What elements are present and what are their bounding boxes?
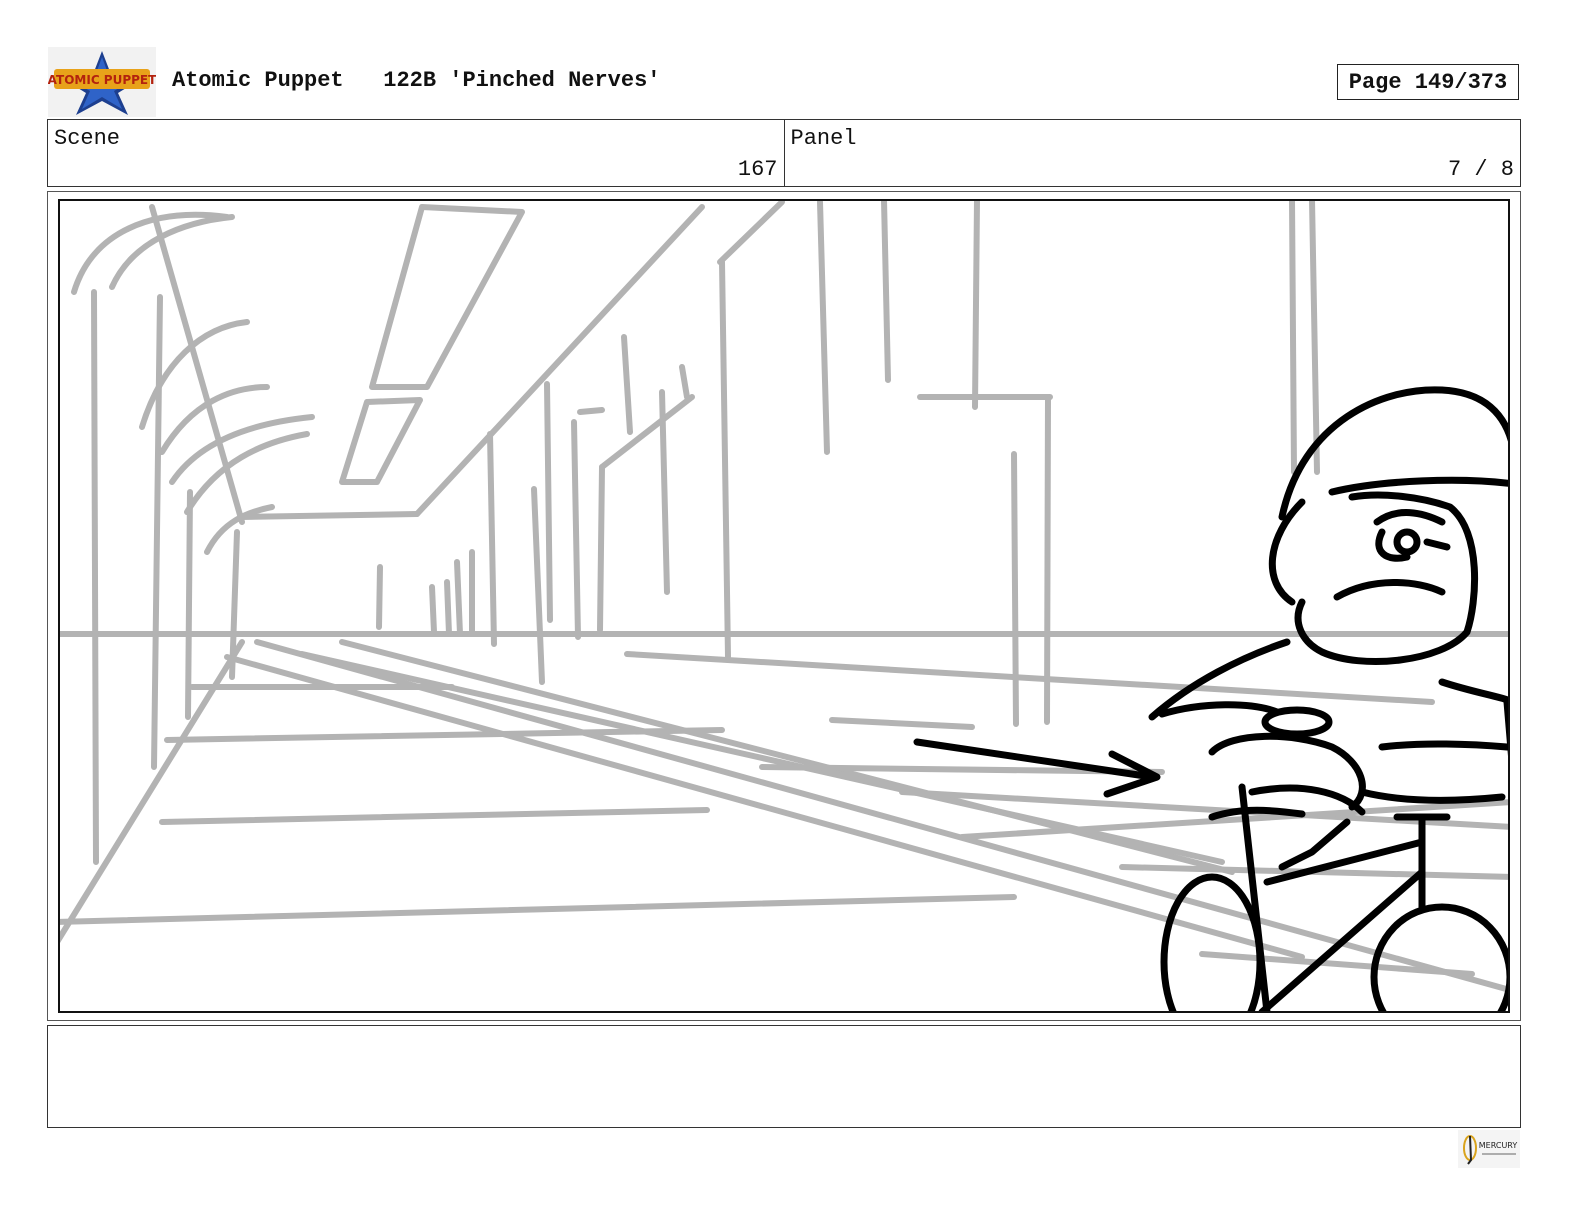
scene-value: 167	[737, 157, 778, 182]
scene-panel-info-row: Scene 167 Panel 7 / 8	[47, 119, 1521, 187]
panel-label: Panel	[790, 126, 857, 151]
scene-label: Scene	[54, 126, 121, 151]
panel-notes-box	[47, 1025, 1521, 1128]
mercury-filmworks-logo-icon: MERCURY	[1458, 1130, 1520, 1168]
page-number-box: Page 149/373	[1337, 64, 1519, 100]
episode-title: 122B 'Pinched Nerves'	[383, 68, 661, 93]
storyboard-sketch-image	[58, 199, 1510, 1013]
scene-cell: Scene 167	[48, 120, 784, 186]
footer-logo-text: MERCURY	[1479, 1141, 1518, 1150]
panel-cell: Panel 7 / 8	[783, 120, 1521, 186]
header-title: Atomic Puppet 122B 'Pinched Nerves'	[172, 68, 661, 93]
show-title: Atomic Puppet	[172, 68, 344, 93]
panel-value: 7 / 8	[1447, 157, 1514, 182]
page-number: Page 149/373	[1348, 69, 1508, 95]
show-logo-icon: ATOMIC PUPPET	[48, 47, 156, 117]
logo-text: ATOMIC PUPPET	[48, 73, 156, 87]
